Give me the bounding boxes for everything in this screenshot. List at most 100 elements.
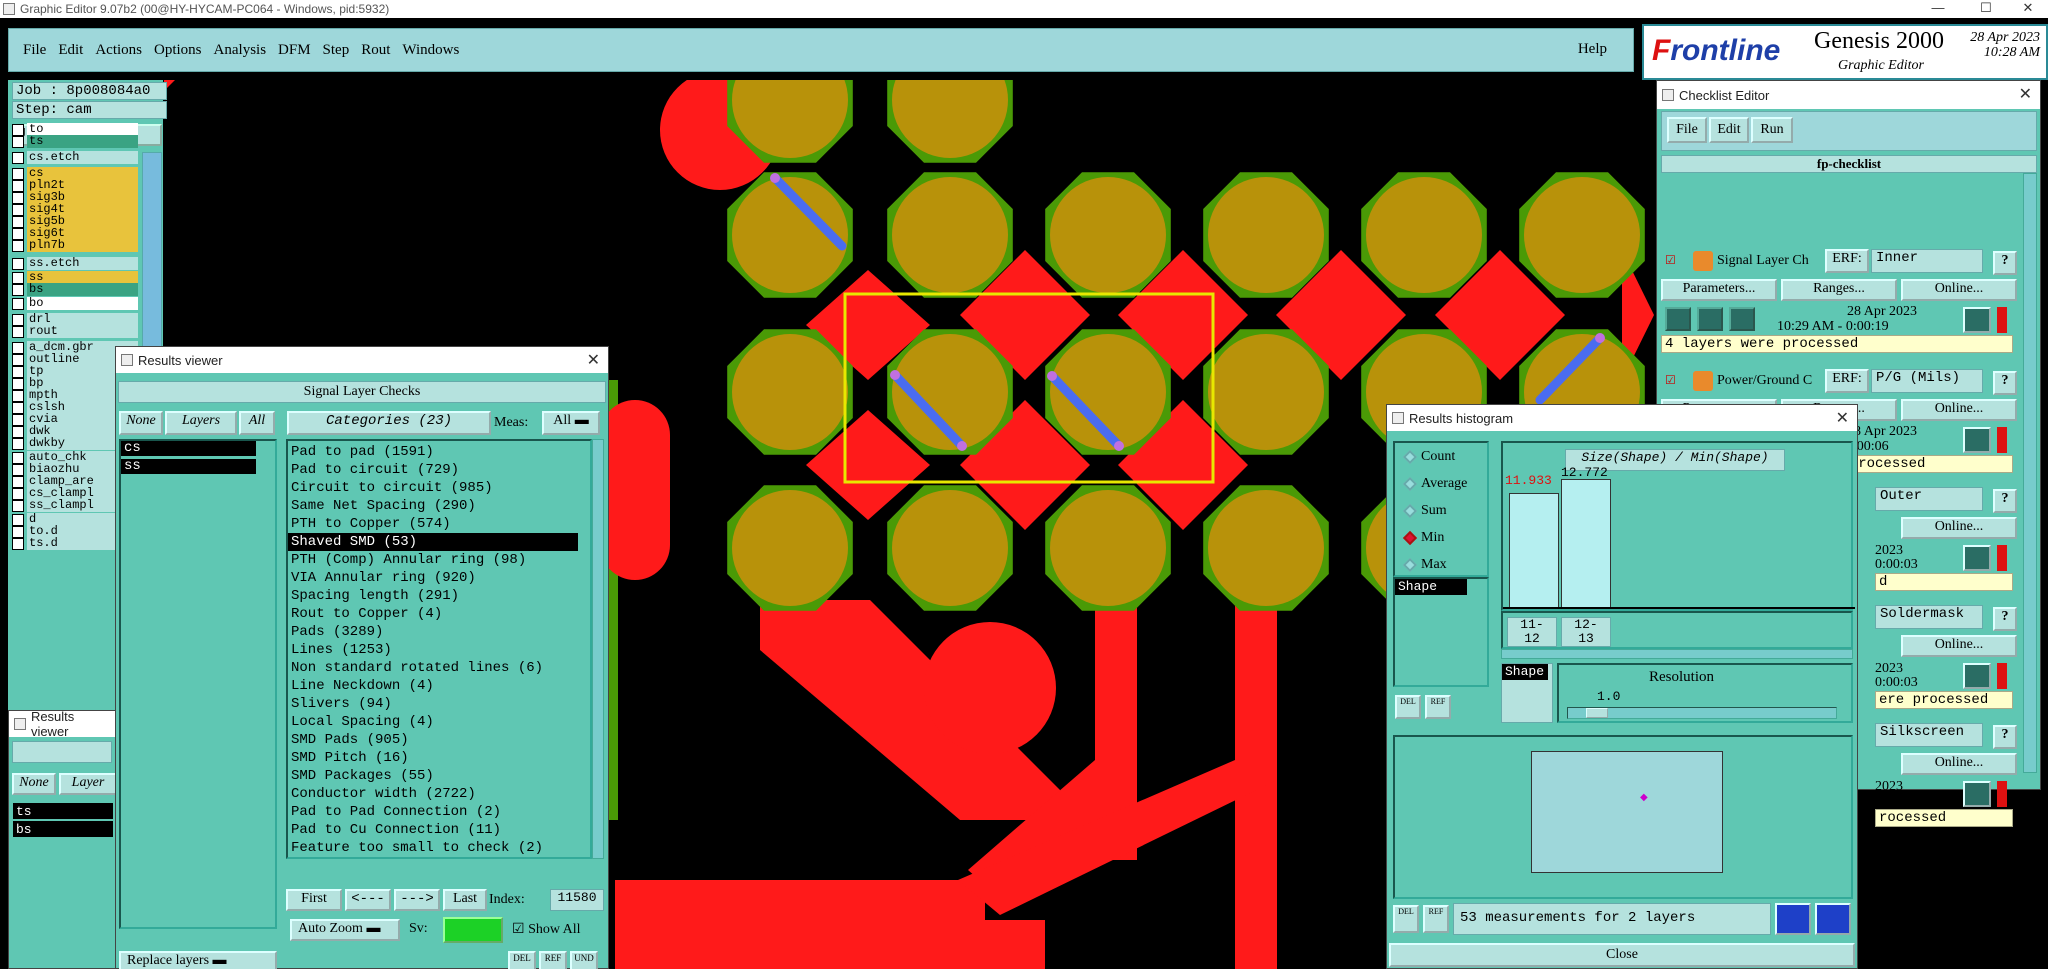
category-item[interactable]: SMD Pitch (16) [288,749,590,767]
smd-pad[interactable] [892,490,1008,606]
maximize-button[interactable]: ☐ [1966,0,2006,18]
export-icon[interactable] [1775,903,1811,935]
category-item[interactable]: VIA Annular ring (920) [288,569,590,587]
show-all-checkbox[interactable]: ☑ Show All [512,921,581,938]
category-item[interactable]: PTH to Copper (574) [288,515,590,533]
parameters-button[interactable]: Parameters... [1661,279,1777,301]
category-item[interactable]: Pads (3289) [288,623,590,641]
close-button[interactable]: ✕ [2008,0,2048,18]
category-item[interactable]: SMD Packages (55) [288,767,590,785]
category-scrollbar[interactable] [592,439,604,859]
run-check-icon[interactable] [1697,307,1723,331]
layer-checkbox[interactable] [12,283,24,296]
help-button[interactable]: ? [1993,371,2017,395]
category-item[interactable]: Conductor width (2722) [288,785,590,803]
erf-button[interactable]: ERF: [1825,369,1869,393]
layer-checkbox[interactable] [12,297,24,310]
smd-pad[interactable] [1524,177,1640,293]
menu-dfm[interactable]: DFM [278,42,311,59]
next-button[interactable]: ---> [394,889,440,911]
hist-del-button[interactable]: DEL [1395,695,1421,719]
run-check-icon[interactable] [1729,307,1755,331]
zoom-results-icon[interactable] [1963,427,1991,453]
help-button[interactable]: ? [1993,489,2017,513]
prev-button[interactable]: <--- [345,889,391,911]
category-item[interactable]: Pad to pad (1591) [288,443,590,461]
category-item[interactable]: Same Net Spacing (290) [288,497,590,515]
result-layer-cs[interactable]: cs [121,441,256,456]
layer-row-rout[interactable]: rout [12,324,138,339]
menu-step[interactable]: Step [323,42,350,59]
smd-pad[interactable] [1366,177,1482,293]
preview-thumbnail[interactable]: ◆ [1531,751,1723,873]
layer-checkbox[interactable] [12,499,24,512]
online-button[interactable]: Online... [1901,635,2017,657]
smd-pad[interactable] [1208,177,1324,293]
layer-checkbox[interactable] [12,135,24,148]
index-input[interactable]: 11580 [550,889,604,911]
checklist-file-menu[interactable]: File [1667,117,1707,143]
category-item[interactable]: Pad to circuit (729) [288,461,590,479]
rv2-none-button[interactable]: None [12,773,56,795]
category-item[interactable]: Slivers (94) [288,695,590,713]
checklist-scrollbar[interactable] [2023,173,2037,773]
close-icon[interactable]: ✕ [587,350,600,370]
category-item[interactable]: Lines (1253) [288,641,590,659]
histogram-bar-1[interactable] [1509,493,1559,609]
ref-button[interactable]: REF [539,951,567,969]
hist-ref-button[interactable]: REF [1425,695,1451,719]
resolution-slider[interactable] [1567,707,1837,719]
category-item[interactable]: Rout to Copper (4) [288,605,590,623]
last-button[interactable]: Last [443,889,487,911]
layer-row-pln7b[interactable]: pln7b [12,238,138,253]
category-item[interactable]: Shaved SMD (53) [288,533,578,551]
rv2-layer-bs[interactable]: bs [13,821,113,837]
close-icon[interactable]: ✕ [2019,84,2032,104]
checklist-edit-menu[interactable]: Edit [1709,117,1749,143]
category-item[interactable]: SMD Pads (905) [288,731,590,749]
layer-checkbox[interactable] [12,437,24,450]
undo-button[interactable]: UND [570,951,598,969]
run-check-icon[interactable] [1665,307,1691,331]
categories-button[interactable]: Categories (23) [287,411,491,435]
online-button[interactable]: Online... [1901,399,2017,421]
all-button[interactable]: All [239,411,275,435]
erf-button[interactable]: ERF: [1825,249,1869,273]
smd-pad[interactable] [892,177,1008,293]
result-layer-ss[interactable]: ss [121,459,256,474]
menu-analysis[interactable]: Analysis [214,42,267,59]
menu-options[interactable]: Options [154,42,202,59]
layer-row-bs[interactable]: bs [12,282,138,297]
category-item[interactable]: Feature too small to check (2) [288,839,590,857]
smd-pad[interactable] [732,490,848,606]
mode-max-radio[interactable]: Max [1401,555,1447,575]
minimize-button[interactable]: — [1918,0,1958,18]
layer-row-ss-etch[interactable]: ss.etch [12,256,138,271]
zoom-results-icon[interactable] [1963,663,1991,689]
category-item[interactable]: Local Spacing (4) [288,713,590,731]
shape-selected[interactable]: Shape [1502,664,1548,680]
category-item[interactable]: Circuit to circuit (985) [288,479,590,497]
menu-file[interactable]: File [23,42,46,59]
menu-windows[interactable]: Windows [402,42,459,59]
histogram-bar-2[interactable] [1561,479,1611,609]
mode-min-radio[interactable]: Min [1401,528,1444,548]
layer-checkbox[interactable] [12,537,24,550]
menu-rout[interactable]: Rout [361,42,390,59]
layer-row-bo[interactable]: bo [12,296,138,311]
online-button[interactable]: Online... [1901,517,2017,539]
menu-actions[interactable]: Actions [95,42,142,59]
close-icon[interactable]: ✕ [1836,408,1849,428]
del-button[interactable]: DEL [508,951,536,969]
smd-pad[interactable] [1050,490,1166,606]
category-item[interactable]: Pad to Pad Connection (2) [288,803,590,821]
layer-checkbox[interactable] [12,151,24,164]
first-button[interactable]: First [286,889,342,911]
zoom-results-icon[interactable] [1963,307,1991,333]
help-button[interactable]: ? [1993,725,2017,749]
online-button[interactable]: Online... [1901,279,2017,301]
category-item[interactable]: Line Neckdown (4) [288,677,590,695]
layer-row-ts[interactable]: ts [12,134,138,149]
print-icon[interactable] [1815,903,1851,935]
menu-edit[interactable]: Edit [58,42,83,59]
